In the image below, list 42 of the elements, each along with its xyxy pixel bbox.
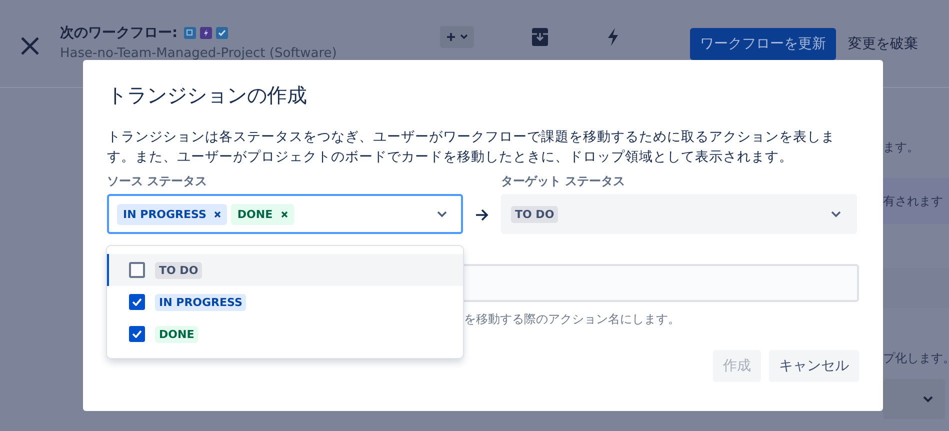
project-name: Hase-no-Team-Managed-Project (Software) xyxy=(60,46,338,61)
background-text: 有されます xyxy=(883,192,943,210)
field-helper-text: を移動する際のアクション名にします。 xyxy=(463,311,681,328)
chevron-down-icon xyxy=(437,210,447,218)
check-icon xyxy=(132,298,142,306)
status-tag: DONE xyxy=(231,204,294,224)
status-tag: IN PROGRESS xyxy=(117,204,228,224)
dialog-title: トランジションの作成 xyxy=(107,82,308,109)
chevron-down-icon xyxy=(831,210,841,218)
lightning-icon xyxy=(200,27,212,39)
status-option[interactable]: DONE xyxy=(107,318,463,350)
lightning-icon[interactable] xyxy=(606,27,620,47)
close-icon[interactable] xyxy=(20,36,40,56)
background-text: ます。 xyxy=(883,139,920,156)
checkbox[interactable] xyxy=(129,326,145,342)
remove-icon[interactable] xyxy=(280,210,288,218)
add-status-icon[interactable] xyxy=(440,26,474,48)
field-label: ターゲット ステータス xyxy=(501,173,626,190)
status-lozenge: IN PROGRESS xyxy=(155,294,246,310)
checkbox[interactable] xyxy=(129,294,145,310)
dialog-description: トランジションは各ステータスをつなぎ、ユーザーがワークフローで課題を移動するために取るアクションを表します。また、ユーザーがプロジェクトのボードでカードを移動したときに、ドロップ領域として表示されます。 xyxy=(107,128,836,167)
target-status-select[interactable]: TO DO xyxy=(501,194,857,234)
workflow-title: 次のワークフロー: xyxy=(60,24,178,42)
cancel-button[interactable]: キャンセル xyxy=(769,350,859,382)
chevron-down-icon xyxy=(923,396,933,402)
arrow-right-icon xyxy=(475,209,489,221)
status-lozenge: DONE xyxy=(155,326,198,342)
background-text: プ化します。 xyxy=(883,350,949,367)
copy-icon xyxy=(184,27,196,39)
status-lozenge: TO DO xyxy=(511,206,558,222)
status-lozenge: TO DO xyxy=(155,262,202,278)
source-status-select[interactable]: IN PROGRESS DONE xyxy=(107,194,463,234)
update-workflow-button[interactable]: ワークフローを更新 xyxy=(690,28,836,60)
checkbox-icon xyxy=(216,27,228,39)
check-icon xyxy=(132,330,142,338)
field-label: ソース ステータス xyxy=(107,173,208,190)
status-option[interactable]: IN PROGRESS xyxy=(107,286,463,318)
checkbox[interactable] xyxy=(129,262,145,278)
status-option[interactable]: TO DO xyxy=(107,254,463,286)
discard-changes-button[interactable]: 変更を破棄 xyxy=(842,34,924,54)
remove-icon[interactable] xyxy=(214,210,222,218)
transition-icon[interactable] xyxy=(530,27,550,47)
